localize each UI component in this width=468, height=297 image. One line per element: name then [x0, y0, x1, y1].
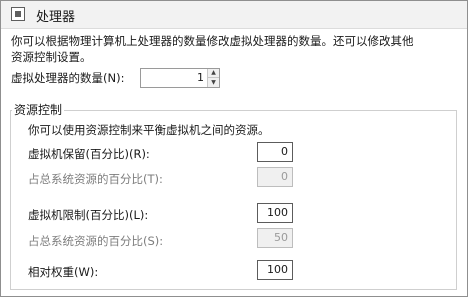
- processor-settings-panel: 处理器 你可以根据物理计算机上处理器的数量修改虚拟处理器的数量。还可以修改其他 …: [0, 0, 468, 297]
- limit-total-field: 50: [257, 228, 293, 248]
- resource-control-title: 资源控制: [12, 101, 65, 118]
- increment-up-icon[interactable]: ▲: [207, 69, 219, 78]
- limit-label: 虚拟机限制(百分比)(L):: [28, 208, 149, 222]
- weight-input[interactable]: 100: [257, 260, 293, 280]
- limit-total-label: 占总系统资源的百分比(S):: [28, 234, 164, 248]
- reserve-input[interactable]: 0: [257, 142, 293, 162]
- limit-value[interactable]: 100: [267, 206, 288, 219]
- reserve-value[interactable]: 0: [281, 145, 288, 158]
- resource-control-description: 你可以使用资源控制来平衡虚拟机之间的资源。: [28, 123, 270, 137]
- limit-total-value: 50: [274, 231, 288, 244]
- reserve-label: 虚拟机保留(百分比)(R):: [28, 147, 150, 161]
- limit-input[interactable]: 100: [257, 203, 293, 223]
- weight-value[interactable]: 100: [267, 263, 288, 276]
- weight-label: 相对权重(W):: [28, 265, 99, 279]
- reserve-total-field: 0: [257, 167, 293, 187]
- reserve-total-label: 占总系统资源的百分比(T):: [28, 172, 163, 186]
- processor-count-value[interactable]: 1: [197, 71, 204, 84]
- processor-count-stepper[interactable]: 1 ▲ ▼: [140, 68, 220, 88]
- processor-icon: [11, 7, 25, 21]
- processor-count-label: 虚拟处理器的数量(N):: [11, 71, 125, 85]
- reserve-total-value: 0: [281, 170, 288, 183]
- description-line-2: 资源控制设置。: [11, 50, 92, 64]
- decrement-down-icon[interactable]: ▼: [207, 78, 219, 87]
- section-header: 处理器: [1, 1, 467, 29]
- description-line-1: 你可以根据物理计算机上处理器的数量修改虚拟处理器的数量。还可以修改其他: [11, 34, 414, 48]
- section-title: 处理器: [36, 10, 76, 25]
